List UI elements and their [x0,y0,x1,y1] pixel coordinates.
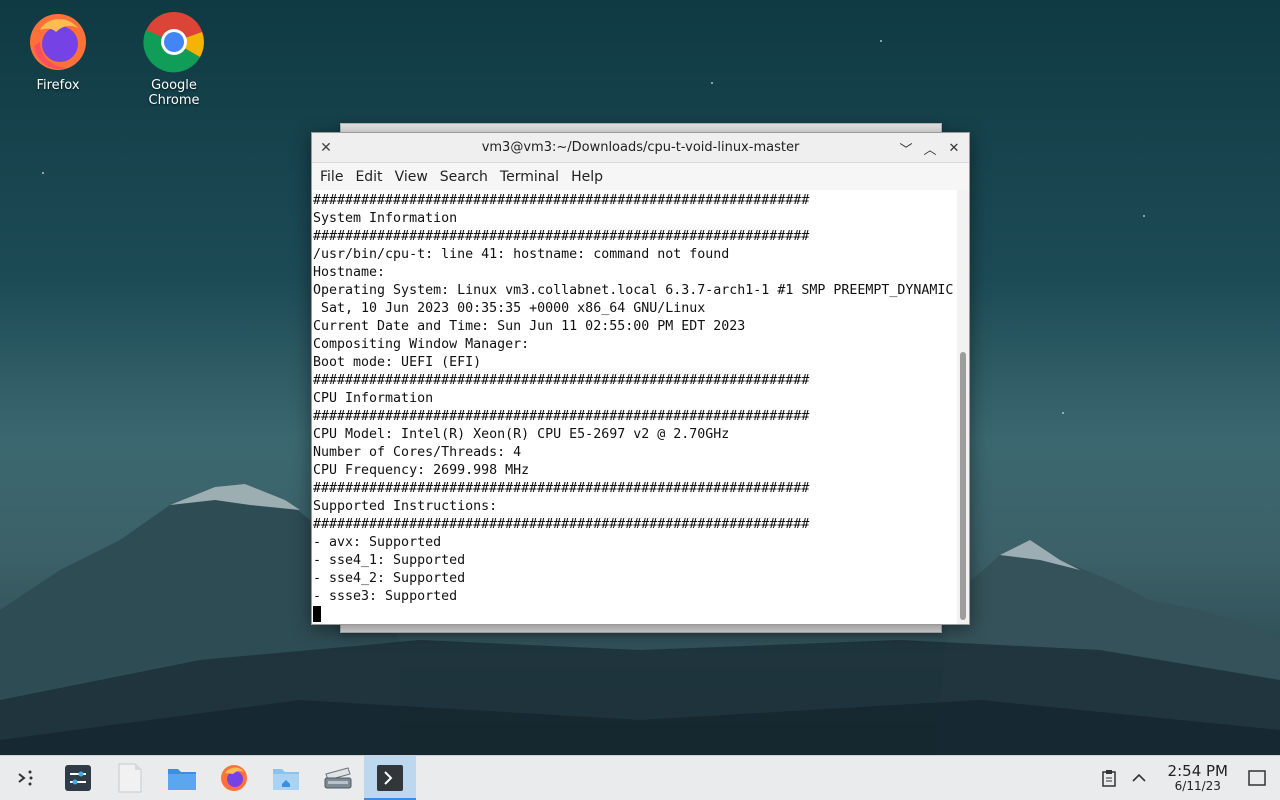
text-editor-button[interactable] [104,756,156,800]
system-settings-icon [65,765,91,791]
xterm-icon: ✕ [320,139,332,156]
clock-date: 6/11/23 [1174,779,1221,793]
clock-time: 2:54 PM [1167,762,1228,780]
terminal-line: ########################################… [313,481,810,496]
menu-file[interactable]: File [314,169,349,185]
home-folder-icon [273,769,299,790]
terminal-line: ########################################… [313,373,810,388]
terminal-line: Operating System: Linux vm3.collabnet.lo… [313,283,954,298]
menu-view[interactable]: View [389,169,434,185]
terminal-line: /usr/bin/cpu-t: line 41: hostname: comma… [313,247,730,262]
desktop-icon-chrome[interactable]: Google Chrome [124,10,224,108]
maximize-button[interactable]: ︿ [919,137,941,159]
menu-terminal[interactable]: Terminal [494,169,565,185]
file-manager-button[interactable] [156,756,208,800]
text-cursor [313,606,321,622]
terminal-window[interactable]: ✕ vm3@vm3:~/Downloads/cpu-t-void-linux-m… [311,132,970,625]
taskbar: 2:54 PM 6/11/23 [0,755,1280,800]
scanner-button[interactable] [312,756,364,800]
menu-search[interactable]: Search [434,169,494,185]
terminal-taskbar-button[interactable] [364,756,416,800]
tray-expand-chevron-up-icon[interactable] [1124,756,1154,800]
terminal-line: - ssse3: Supported [313,589,458,604]
show-desktop-icon[interactable] [1242,756,1272,800]
scrollbar-thumb[interactable] [960,352,966,620]
terminal-line: ########################################… [313,517,810,532]
title-bar[interactable]: ✕ vm3@vm3:~/Downloads/cpu-t-void-linux-m… [312,133,969,163]
close-button[interactable]: ✕ [943,137,965,159]
text-file-icon [118,763,142,793]
chrome-icon [142,10,206,74]
terminal-line: Boot mode: UEFI (EFI) [313,355,482,370]
terminal-prompt-line [313,606,957,624]
terminal-line: - sse4_2: Supported [313,571,466,586]
terminal-output[interactable]: ########################################… [312,190,957,624]
terminal-line: Compositing Window Manager: [313,337,530,352]
menu-bar: File Edit View Search Terminal Help [312,163,969,190]
desktop-icon-label: Firefox [36,78,80,93]
vertical-scrollbar[interactable] [957,190,969,624]
scanner-icon [324,767,352,789]
clipboard-icon[interactable] [1094,756,1124,800]
firefox-icon [26,10,90,74]
terminal-line: Number of Cores/Threads: 4 [313,445,522,460]
system-settings-button[interactable] [52,756,104,800]
menu-help[interactable]: Help [565,169,609,185]
terminal-line: System Information [313,211,458,226]
app-launcher-icon [18,770,33,786]
terminal-line: ########################################… [313,229,810,244]
minimize-button[interactable]: ﹀ [895,137,917,159]
firefox-icon [221,765,247,791]
menu-edit[interactable]: Edit [349,169,388,185]
firefox-taskbar-button[interactable] [208,756,260,800]
clock[interactable]: 2:54 PM 6/11/23 [1168,763,1228,793]
app-launcher-button[interactable] [0,756,52,800]
terminal-line: - avx: Supported [313,535,442,550]
home-folder-button[interactable] [260,756,312,800]
terminal-line: Sat, 10 Jun 2023 00:35:35 +0000 x86_64 G… [313,301,706,316]
desktop-icon-firefox[interactable]: Firefox [8,10,108,93]
terminal-line: CPU Information [313,391,434,406]
terminal-line: Supported Instructions: [313,499,498,514]
window-title: vm3@vm3:~/Downloads/cpu-t-void-linux-mas… [481,140,800,155]
terminal-line: ########################################… [313,409,810,424]
file-manager-icon [168,769,196,790]
terminal-line: - sse4_1: Supported [313,553,466,568]
terminal-icon [377,765,403,791]
terminal-line: ########################################… [313,193,810,208]
desktop-icon-label: Google Chrome [148,78,200,108]
terminal-line: CPU Frequency: 2699.998 MHz [313,463,530,478]
terminal-line: Hostname: [313,265,386,280]
terminal-line: CPU Model: Intel(R) Xeon(R) CPU E5-2697 … [313,427,730,442]
terminal-line: Current Date and Time: Sun Jun 11 02:55:… [313,319,746,334]
